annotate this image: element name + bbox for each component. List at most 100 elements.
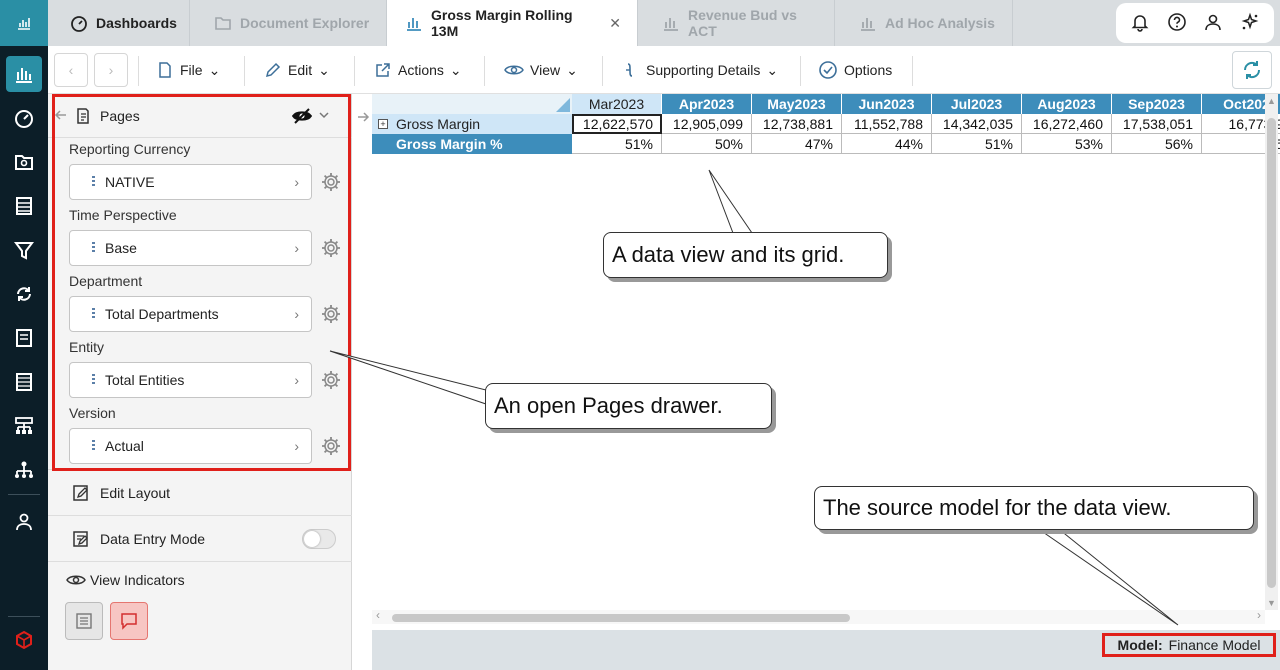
- file-menu[interactable]: File ⌄: [156, 46, 220, 94]
- gear-icon[interactable]: [320, 435, 342, 457]
- drag-handle-icon[interactable]: [92, 308, 95, 320]
- forward-button[interactable]: ›: [94, 53, 128, 87]
- vertical-scroll-thumb[interactable]: [1267, 118, 1276, 588]
- rail-brand[interactable]: [6, 622, 42, 658]
- drag-handle-icon[interactable]: [92, 374, 95, 386]
- drag-handle-icon[interactable]: [92, 242, 95, 254]
- rail-models[interactable]: [6, 408, 42, 444]
- grid-cell[interactable]: 12,905,099: [662, 114, 752, 134]
- rail-hierarchy[interactable]: [6, 452, 42, 488]
- indicator-notes-button[interactable]: [65, 602, 103, 640]
- column-header[interactable]: Sep2023: [1112, 94, 1202, 114]
- tab-gross-margin[interactable]: Gross Margin Rolling 13M ✕: [387, 0, 638, 46]
- rail-dashboards[interactable]: [6, 100, 42, 136]
- dimension-value: Base: [105, 240, 137, 256]
- app-logo[interactable]: [0, 0, 48, 46]
- tab-dashboards[interactable]: Dashboards: [48, 0, 190, 46]
- dimension-selector-reporting-currency[interactable]: NATIVE ›: [69, 164, 312, 200]
- rail-document-explorer[interactable]: [6, 144, 42, 180]
- column-header[interactable]: Aug2023: [1022, 94, 1112, 114]
- grid-cell[interactable]: 56%: [1112, 134, 1202, 154]
- grid-cell[interactable]: 12,738,881: [752, 114, 842, 134]
- rail-filters[interactable]: [6, 232, 42, 268]
- chevron-right-icon: ›: [294, 438, 299, 454]
- supporting-details-menu[interactable]: Supporting Details ⌄: [622, 46, 778, 94]
- scroll-up-icon[interactable]: ▲: [1267, 96, 1276, 106]
- dimension-selector-version[interactable]: Actual ›: [69, 428, 312, 464]
- actions-menu[interactable]: Actions ⌄: [374, 46, 462, 94]
- tab-document-explorer[interactable]: Document Explorer: [190, 0, 387, 46]
- ai-sparkle-icon[interactable]: [1240, 12, 1260, 35]
- column-header[interactable]: Apr2023: [662, 94, 752, 114]
- arrow-right-icon[interactable]: [356, 110, 370, 127]
- gear-icon[interactable]: [320, 237, 342, 259]
- gear-icon[interactable]: [320, 303, 342, 325]
- tab-ad-hoc[interactable]: Ad Hoc Analysis: [835, 0, 1013, 46]
- view-menu[interactable]: View ⌄: [504, 46, 578, 94]
- close-icon[interactable]: ✕: [609, 15, 621, 32]
- gear-icon[interactable]: [320, 369, 342, 391]
- bell-icon[interactable]: [1130, 12, 1150, 35]
- tab-revenue-bud[interactable]: Revenue Bud vs ACT: [638, 0, 835, 46]
- rail-reports[interactable]: [6, 188, 42, 224]
- grid-cell[interactable]: 47%: [752, 134, 842, 154]
- grid-cell[interactable]: 16,272,460: [1022, 114, 1112, 134]
- grid-cell[interactable]: 44%: [842, 134, 932, 154]
- toolbar-divider: [138, 56, 139, 86]
- row-header-gross-margin[interactable]: + Gross Margin: [372, 114, 572, 134]
- column-header[interactable]: May2023: [752, 94, 842, 114]
- grid-cell[interactable]: 51%: [932, 134, 1022, 154]
- grid-cell[interactable]: 51%: [572, 134, 662, 154]
- grid-cell[interactable]: 12,622,570: [572, 114, 662, 134]
- gear-icon[interactable]: [320, 171, 342, 193]
- column-header[interactable]: Mar2023: [572, 94, 662, 114]
- scroll-down-icon[interactable]: ▼: [1267, 598, 1276, 608]
- user-icon[interactable]: [1203, 12, 1223, 35]
- rail-users[interactable]: [6, 504, 42, 540]
- scroll-left-icon[interactable]: ‹: [376, 608, 380, 622]
- rail-books[interactable]: [6, 320, 42, 356]
- scroll-right-icon[interactable]: ›: [1257, 608, 1261, 622]
- chevron-down-icon[interactable]: [318, 108, 330, 124]
- grid-cell[interactable]: 14,342,035: [932, 114, 1022, 134]
- drag-handle-icon[interactable]: [92, 176, 95, 188]
- indicator-comments-button[interactable]: [110, 602, 148, 640]
- grid-cell[interactable]: 50%: [662, 134, 752, 154]
- bar-chart-icon: [662, 14, 680, 32]
- drag-handle-icon[interactable]: [92, 440, 95, 452]
- external-link-icon: [376, 63, 390, 77]
- grid-cell[interactable]: 11,552,788: [842, 114, 932, 134]
- rail-analytics[interactable]: [6, 56, 42, 92]
- refresh-button[interactable]: [1232, 51, 1272, 89]
- grid-cell[interactable]: 53%: [1022, 134, 1112, 154]
- back-button[interactable]: ‹: [54, 53, 88, 87]
- horizontal-scroll-thumb[interactable]: [392, 614, 850, 622]
- row-header-gross-margin-pct[interactable]: Gross Margin %: [372, 134, 572, 154]
- tab-label: Document Explorer: [240, 15, 370, 31]
- expand-icon[interactable]: +: [378, 119, 388, 129]
- vertical-scrollbar[interactable]: ▲ ▼: [1265, 94, 1278, 610]
- data-entry-mode-toggle[interactable]: [302, 529, 336, 549]
- dimension-selector-entity[interactable]: Total Entities ›: [69, 362, 312, 398]
- eye-icon: [504, 65, 524, 75]
- column-header[interactable]: Jun2023: [842, 94, 932, 114]
- edit-menu[interactable]: Edit ⌄: [264, 46, 330, 94]
- horizontal-scrollbar[interactable]: ‹ ›: [372, 608, 1265, 624]
- grid-cell[interactable]: 17,538,051: [1112, 114, 1202, 134]
- rail-worksheets[interactable]: [6, 364, 42, 400]
- arrow-left-icon[interactable]: [54, 108, 68, 125]
- dimension-selector-department[interactable]: Total Departments ›: [69, 296, 312, 332]
- chevron-left-icon: ‹: [68, 62, 74, 78]
- column-header[interactable]: Jul2023: [932, 94, 1022, 114]
- eye-off-icon[interactable]: [291, 107, 313, 128]
- bar-chart-icon: [405, 14, 423, 32]
- tab-label: Ad Hoc Analysis: [885, 15, 995, 31]
- edit-layout-button[interactable]: Edit Layout: [48, 469, 352, 515]
- rail-processes[interactable]: [6, 276, 42, 312]
- gauge-icon: [70, 14, 88, 32]
- data-view-grid: Mar2023 Apr2023 May2023 Jun2023 Jul2023 Aug20…: [352, 94, 1280, 630]
- options-button[interactable]: Options: [818, 46, 892, 94]
- dimension-selector-time-perspective[interactable]: Base ›: [69, 230, 312, 266]
- toolbar-divider: [912, 56, 913, 86]
- help-icon[interactable]: [1167, 12, 1187, 35]
